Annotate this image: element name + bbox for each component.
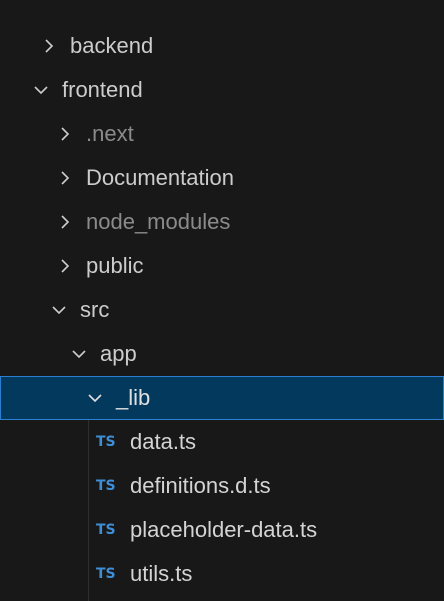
tree-item-label: definitions.d.ts — [130, 473, 271, 498]
tree-item-lib[interactable]: _lib — [0, 376, 444, 420]
tree-item-documentation[interactable]: Documentation — [0, 156, 444, 200]
tree-item-label: src — [80, 297, 110, 322]
tree-item-data-ts[interactable]: TS data.ts — [0, 420, 444, 464]
tree-item-node-modules[interactable]: node_modules — [0, 200, 444, 244]
tree-item-backend[interactable]: backend — [0, 24, 444, 68]
chevron-right-icon — [56, 125, 74, 143]
chevron-right-icon — [40, 37, 58, 55]
tree-item-label: utils.ts — [130, 561, 193, 586]
chevron-down-icon — [86, 389, 104, 407]
typescript-file-icon: TS — [96, 566, 116, 582]
file-explorer: backend frontend .next Documentation nod… — [0, 0, 444, 601]
tree-item-label: app — [100, 341, 137, 366]
tree-item-label: _lib — [116, 385, 151, 410]
chevron-right-icon — [56, 213, 74, 231]
tree-item-label: placeholder-data.ts — [130, 517, 318, 542]
tree-item-definitions-ts[interactable]: TS definitions.d.ts — [0, 464, 444, 508]
tree-item-app[interactable]: app — [0, 332, 444, 376]
tree-item-label: frontend — [62, 77, 143, 102]
tree-item-label: .next — [86, 121, 134, 146]
tree-item-src[interactable]: src — [0, 288, 444, 332]
tree-item-next[interactable]: .next — [0, 112, 444, 156]
chevron-down-icon — [50, 301, 68, 319]
tree-item-public[interactable]: public — [0, 244, 444, 288]
tree-item-label: Documentation — [86, 165, 234, 190]
tree-item-utils-ts[interactable]: TS utils.ts — [0, 552, 444, 596]
tree-item-label: public — [86, 253, 144, 278]
typescript-file-icon: TS — [96, 478, 116, 494]
tree-item-label: data.ts — [130, 429, 197, 454]
typescript-file-icon: TS — [96, 434, 116, 450]
tree-item-frontend[interactable]: frontend — [0, 68, 444, 112]
tree-item-label: backend — [70, 33, 154, 58]
tree-item-label: node_modules — [86, 209, 231, 234]
chevron-right-icon — [56, 169, 74, 187]
chevron-right-icon — [56, 257, 74, 275]
typescript-file-icon: TS — [96, 522, 116, 538]
chevron-down-icon — [32, 81, 50, 99]
chevron-down-icon — [70, 345, 88, 363]
tree-item-placeholder-data-ts[interactable]: TS placeholder-data.ts — [0, 508, 444, 552]
